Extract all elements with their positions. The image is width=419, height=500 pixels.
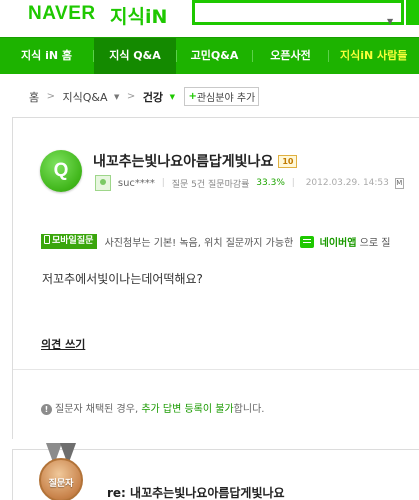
view-count-badge: 10	[278, 155, 298, 168]
adoption-notice: ! 질문자 채택된 경우, 추가 답변 등록이 불가합니다.	[41, 400, 264, 415]
notice-prefix: 질문자 채택된 경우,	[55, 404, 139, 415]
questioner-medal-icon: 질문자	[38, 443, 84, 500]
caret-down-icon[interactable]: ▼	[170, 93, 175, 101]
kin-logo[interactable]: 지식iN	[110, 2, 167, 29]
medal-label: 질문자	[48, 479, 74, 489]
notice-highlight: 추가 답변 등록이 불가	[141, 404, 234, 415]
write-opinion-link[interactable]: 의견 쓰기	[41, 336, 85, 352]
question-title-text: 내꼬추는빛나요아름답게빛나요	[93, 154, 274, 170]
search-input[interactable]: ▼	[192, 0, 404, 26]
question-body: 저꼬추에서빛이나는데어떡해요?	[42, 272, 203, 286]
nav-item-worry-qna[interactable]: 고민Q&A	[177, 38, 252, 74]
search-button[interactable]	[406, 0, 419, 25]
mobile-promo-text: 사진첨부는 기본! 녹음, 위치 질문까지 가능한	[104, 238, 294, 249]
caret-down-icon[interactable]: ▼	[114, 93, 119, 101]
nav-item-open-dictionary[interactable]: 오픈사전	[253, 38, 328, 74]
chevron-right-icon: >	[46, 91, 56, 102]
breadcrumb-qna[interactable]: 지식Q&A	[63, 89, 108, 105]
mobile-badge-label: 모바일질문	[52, 236, 94, 246]
naver-app-suffix: 으로 질	[359, 238, 391, 249]
answer-title: re: 내꼬추는빛나요아름답게빛나요	[107, 486, 285, 500]
avatar[interactable]	[95, 175, 111, 191]
question-meta: suc**** | 질문 5건 질문마감률 33.3% | 2012.03.29…	[95, 175, 404, 191]
nav-item-kin-qna[interactable]: 지식 Q&A	[94, 38, 176, 74]
chevron-right-icon: >	[126, 91, 136, 102]
header: NAVER 지식iN ▼	[0, 0, 419, 36]
add-interest-label: 관심분야 추가	[196, 93, 256, 104]
naver-app-link[interactable]: 네이버앱	[320, 234, 357, 249]
question-badge-icon: Q	[40, 150, 82, 192]
phone-icon	[44, 235, 50, 244]
meta-divider: |	[161, 178, 165, 188]
question-title: 내꼬추는빛나요아름답게빛나요 10	[93, 151, 298, 171]
mobile-question-row: 모바일질문 사진첨부는 기본! 녹음, 위치 질문까지 가능한 네이버앱 으로 …	[41, 234, 390, 249]
meta-divider: |	[291, 178, 295, 188]
question-author[interactable]: suc****	[118, 178, 155, 189]
question-count-label: 질문 5건 질문마감률	[171, 179, 250, 190]
nav-item-kin-home[interactable]: 지식 iN 홈	[0, 38, 93, 74]
nav-item-kin-people[interactable]: 지식iN 사람들	[329, 38, 419, 74]
notice-suffix: 합니다.	[233, 404, 265, 415]
more-icon[interactable]: M	[394, 177, 404, 189]
breadcrumb-category[interactable]: 건강	[143, 89, 163, 105]
add-interest-button[interactable]: +관심분야 추가	[184, 87, 260, 106]
question-date: 2012.03.29. 14:53	[305, 178, 389, 188]
naver-logo[interactable]: NAVER	[28, 3, 96, 25]
breadcrumb-home[interactable]: 홈	[29, 89, 39, 105]
search-dropdown[interactable]: ▼	[387, 9, 395, 26]
close-rate: 33.3%	[256, 178, 285, 188]
main-nav: 지식 iN 홈 지식 Q&A 고민Q&A 오픈사전 지식iN 사람들	[0, 37, 419, 74]
info-icon: !	[41, 404, 52, 415]
mobile-question-badge: 모바일질문	[41, 234, 98, 249]
breadcrumb: 홈 > 지식Q&A ▼ > 건강 ▼ +관심분야 추가	[29, 87, 260, 106]
chevron-down-icon: ▼	[387, 17, 394, 26]
plus-icon: +	[188, 91, 197, 102]
naver-app-icon	[300, 235, 315, 248]
